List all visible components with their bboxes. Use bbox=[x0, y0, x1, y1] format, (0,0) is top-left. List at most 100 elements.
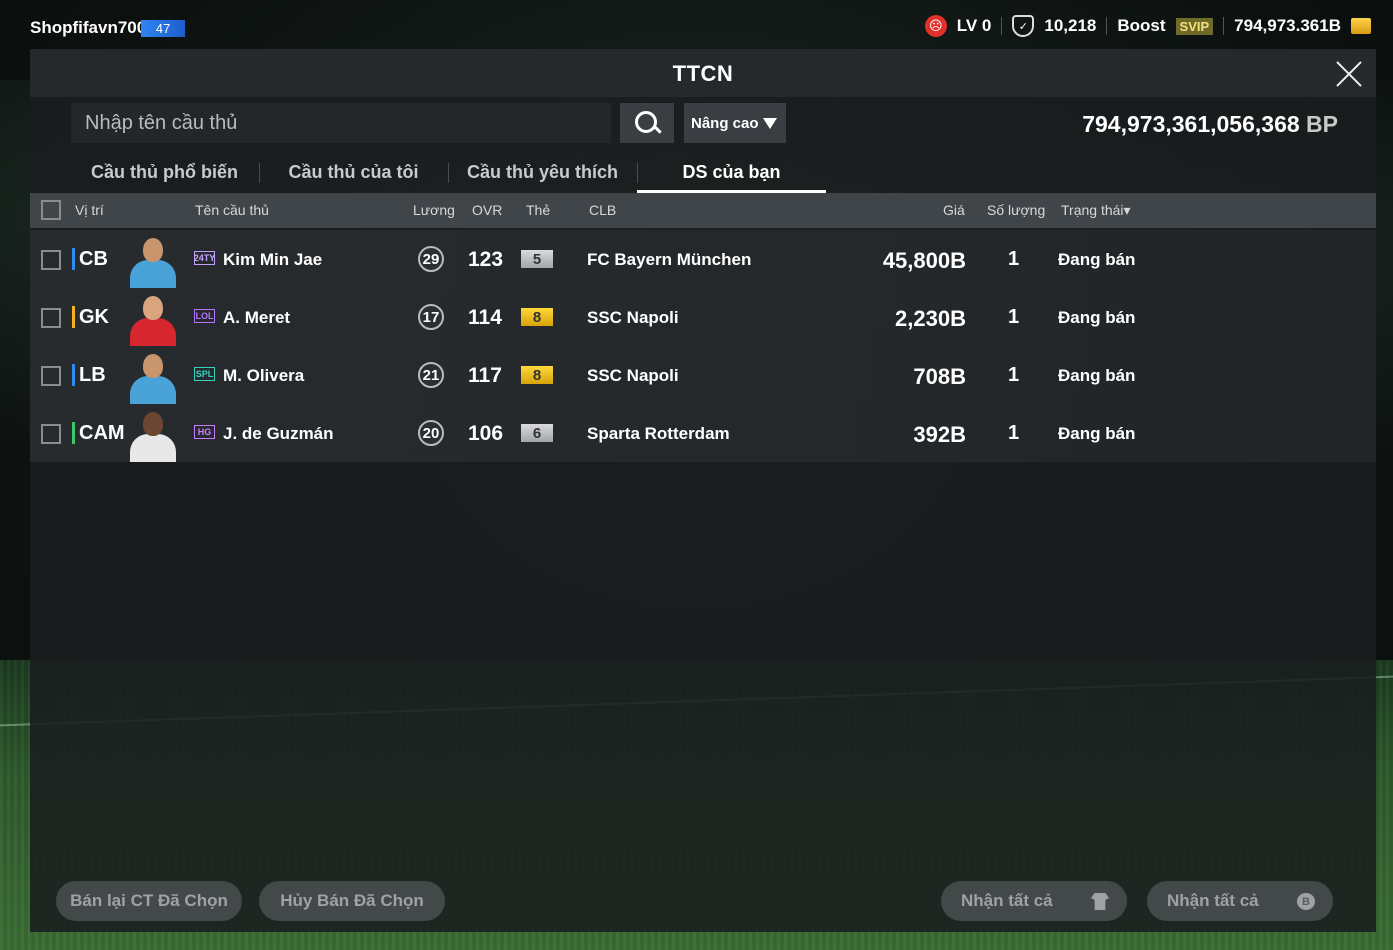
salary-badge: 21 bbox=[418, 362, 444, 388]
header-quantity: Số lượng bbox=[987, 202, 1046, 218]
price-value: 392B bbox=[913, 422, 966, 447]
modal-header: TTCN bbox=[30, 49, 1376, 97]
salary-badge: 29 bbox=[418, 246, 444, 272]
card-level: 6 bbox=[521, 424, 553, 442]
row-checkbox[interactable] bbox=[41, 250, 61, 270]
header-ovr: OVR bbox=[472, 202, 503, 218]
price-value: 2,230B bbox=[895, 306, 966, 331]
quantity-value: 1 bbox=[1008, 248, 1020, 270]
card-level: 5 bbox=[521, 250, 553, 268]
row-checkbox[interactable] bbox=[41, 366, 61, 386]
bp-coin-icon: B bbox=[1297, 893, 1315, 910]
player-avatar bbox=[126, 292, 180, 346]
cancel-selected-button[interactable]: Hủy Bán Đã Chọn bbox=[259, 881, 445, 921]
bp-balance: 794,973.361B bbox=[1234, 16, 1341, 35]
advanced-filter-label: Nâng cao bbox=[691, 114, 759, 132]
status-value: Đang bán bbox=[1058, 424, 1136, 443]
row-checkbox[interactable] bbox=[41, 424, 61, 444]
ovr-value: 106 bbox=[468, 422, 504, 445]
player-avatar bbox=[126, 408, 180, 462]
table-row[interactable]: CAM HG J. de Guzmán 20 106 6 Sparta Rott… bbox=[30, 404, 1376, 462]
club-name: SSC Napoli bbox=[587, 308, 679, 327]
table-row[interactable]: GK LOL A. Meret 17 114 8 SSC Napoli 2,23… bbox=[30, 288, 1376, 346]
player-name: J. de Guzmán bbox=[223, 424, 334, 443]
position-label: CB bbox=[72, 248, 108, 270]
tab-favorite-players[interactable]: Cầu thủ yêu thích bbox=[448, 153, 637, 191]
svip-badge: SVIP bbox=[1175, 17, 1214, 35]
hud-resources: ☹ LV 0 ✓ 10,218 Boost SVIP 794,973.361B bbox=[924, 15, 1371, 37]
ovr-value: 114 bbox=[468, 306, 502, 329]
player-name: Kim Min Jae bbox=[223, 250, 323, 269]
card-level: 8 bbox=[521, 308, 553, 326]
advanced-filter-dropdown[interactable]: Nâng cao bbox=[684, 103, 786, 143]
row-checkbox[interactable] bbox=[41, 308, 61, 328]
quantity-value: 1 bbox=[1008, 364, 1020, 386]
divider bbox=[1106, 17, 1108, 35]
header-club: CLB bbox=[589, 202, 617, 218]
quantity-value: 1 bbox=[1008, 422, 1020, 444]
status-value: Đang bán bbox=[1058, 366, 1136, 385]
player-avatar bbox=[126, 350, 180, 404]
receive-all-bp-label: Nhận tất cả bbox=[1167, 891, 1259, 910]
season-badge: HG bbox=[194, 425, 215, 439]
position-label: GK bbox=[72, 306, 109, 328]
table-row[interactable]: CB 24TY Kim Min Jae 29 123 5 FC Bayern M… bbox=[30, 230, 1376, 288]
shield-icon: ✓ bbox=[1012, 15, 1035, 37]
quantity-value: 1 bbox=[1008, 306, 1020, 328]
club-name: Sparta Rotterdam bbox=[587, 424, 730, 443]
header-price: Giá bbox=[943, 202, 965, 218]
season-badge: 24TY bbox=[193, 251, 216, 265]
receive-all-players-button[interactable]: Nhận tất cả bbox=[941, 881, 1127, 921]
card-level: 8 bbox=[521, 366, 553, 384]
table-header: Vị trí Tên cầu thủ Lương OVR Thẻ CLB Giá… bbox=[30, 193, 1376, 228]
sad-face-icon: ☹ bbox=[924, 15, 947, 37]
ovr-value: 123 bbox=[468, 248, 504, 271]
divider bbox=[1223, 17, 1225, 35]
header-salary: Lương bbox=[413, 202, 455, 218]
close-icon[interactable] bbox=[1332, 57, 1366, 91]
header-name: Tên cầu thủ bbox=[195, 202, 269, 218]
player-name: M. Olivera bbox=[223, 366, 305, 385]
bp-coin-icon bbox=[1351, 18, 1371, 34]
header-position: Vị trí bbox=[75, 202, 104, 218]
transfer-market-modal: TTCN Nâng cao 794,973,361,056,368 BP Cầu… bbox=[30, 49, 1376, 932]
search-icon bbox=[635, 111, 657, 133]
username: Shopfifavn700 bbox=[30, 18, 147, 37]
tab-your-list[interactable]: DS của bạn bbox=[637, 153, 826, 193]
price-value: 45,800B bbox=[882, 248, 966, 273]
tab-popular-players[interactable]: Cầu thủ phổ biến bbox=[70, 153, 259, 191]
tab-my-players[interactable]: Cầu thủ của tôi bbox=[259, 153, 448, 191]
header-status-sort[interactable]: Trạng thái▾ bbox=[1061, 202, 1131, 219]
divider bbox=[1001, 17, 1003, 35]
position-label: LB bbox=[72, 364, 106, 386]
search-icon-handle bbox=[653, 125, 662, 134]
player-search-input[interactable] bbox=[71, 103, 611, 143]
lv-label: LV 0 bbox=[956, 16, 992, 35]
header-card: Thẻ bbox=[526, 202, 551, 218]
resell-selected-button[interactable]: Bán lại CT Đã Chọn bbox=[56, 881, 242, 921]
player-name: A. Meret bbox=[223, 308, 291, 327]
season-badge: SPL bbox=[194, 367, 215, 381]
salary-badge: 20 bbox=[418, 420, 444, 446]
status-value: Đang bán bbox=[1058, 250, 1136, 269]
club-name: SSC Napoli bbox=[587, 366, 679, 385]
bp-unit: BP bbox=[1306, 111, 1338, 137]
position-label: CAM bbox=[72, 422, 125, 444]
price-value: 708B bbox=[913, 364, 966, 389]
jersey-icon bbox=[1091, 893, 1109, 910]
boost-label: Boost bbox=[1117, 16, 1166, 35]
ovr-value: 117 bbox=[468, 364, 502, 387]
salary-badge: 17 bbox=[418, 304, 444, 330]
receive-all-bp-button[interactable]: Nhận tất cả B bbox=[1147, 881, 1333, 921]
search-button[interactable] bbox=[620, 103, 674, 143]
points-value: 10,218 bbox=[1044, 16, 1097, 35]
bp-total-balance: 794,973,361,056,368 BP bbox=[1082, 111, 1338, 138]
tab-bar: Cầu thủ phổ biến Cầu thủ của tôi Cầu thủ… bbox=[70, 153, 826, 193]
modal-title: TTCN bbox=[672, 61, 734, 86]
select-all-checkbox[interactable] bbox=[41, 200, 61, 220]
bp-total-value: 794,973,361,056,368 bbox=[1082, 111, 1300, 137]
top-hud: Shopfifavn700 47 ☹ LV 0 ✓ 10,218 Boost S… bbox=[0, 0, 1393, 48]
table-row[interactable]: LB SPL M. Olivera 21 117 8 SSC Napoli 70… bbox=[30, 346, 1376, 404]
level-badge: 47 bbox=[141, 20, 185, 37]
chevron-down-icon bbox=[763, 118, 777, 129]
